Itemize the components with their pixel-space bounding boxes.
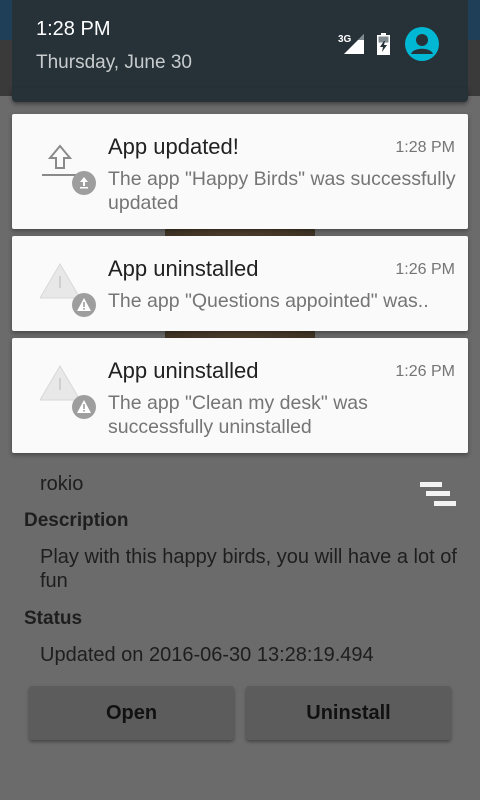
upload-icon [42,144,96,195]
notification-title: App updated! [108,134,239,159]
sort-menu-icon[interactable] [420,482,456,512]
shade-header-edge [12,88,468,102]
warning-icon [40,263,96,317]
notification-title: App uninstalled [108,358,259,383]
notification-app-uninstalled[interactable]: App uninstalled 1:26 PM The app "Questio… [12,236,468,331]
notification-text: The app "Questions appointed" was.. [108,290,429,312]
signal-icon [344,34,364,54]
notification-text: The app "Happy Birds" was successfully u… [108,168,456,214]
user-avatar[interactable] [405,27,439,61]
notification-title: App uninstalled [108,256,259,281]
notification-time: 1:26 PM [395,363,455,380]
clock: 1:28 PM [36,18,111,40]
quick-settings-header[interactable] [12,0,468,88]
open-button[interactable]: Open [29,686,234,740]
status-heading: Status [24,608,83,629]
person-icon [411,34,433,54]
uninstall-button[interactable]: Uninstall [246,686,451,740]
battery-icon [377,33,390,55]
notification-app-uninstalled[interactable]: App uninstalled 1:26 PM The app "Clean m… [12,338,468,453]
notification-time: 1:26 PM [395,261,455,278]
developer-name: rokio [40,473,84,495]
notification-text: The app "Clean my desk" was successfully… [108,392,368,438]
date: Thursday, June 30 [36,52,192,73]
notification-app-updated[interactable]: App updated! 1:28 PM The app "Happy Bird… [12,114,468,229]
description-heading: Description [24,510,129,531]
description-text: Play with this happy birds, you will hav… [40,546,457,592]
notification-time: 1:28 PM [395,139,455,156]
status-text: Updated on 2016-06-30 13:28:19.494 [40,644,374,666]
warning-icon [40,365,96,419]
